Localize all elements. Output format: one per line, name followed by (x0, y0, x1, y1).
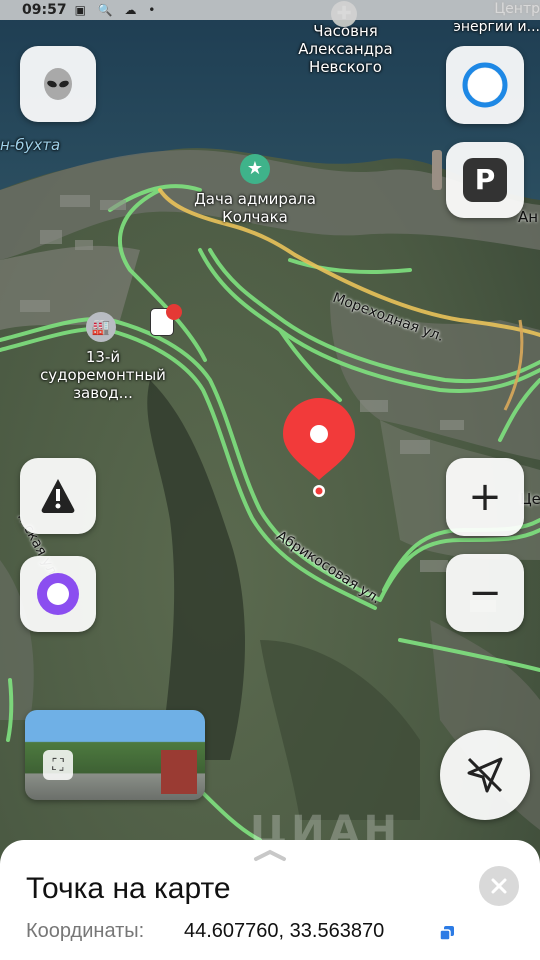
coordinates-label: Координаты: (26, 920, 145, 942)
road-alert-button[interactable] (20, 458, 96, 534)
panorama-preview[interactable]: ⛶ (25, 710, 205, 800)
status-icons: ▣ 🔍 ☁ • (74, 3, 160, 17)
my-location-button[interactable] (440, 730, 530, 820)
status-time: 09:57 (22, 2, 67, 18)
location-off-icon (467, 757, 503, 793)
panorama-house (161, 750, 197, 794)
zoom-in-icon: + (468, 474, 502, 520)
close-icon (491, 878, 507, 894)
parking-label: P (474, 163, 496, 196)
bottom-sheet[interactable]: Точка на карте Координаты: 44.607760, 33… (0, 840, 540, 960)
traffic-camera-icon[interactable] (166, 304, 182, 320)
zoom-out-icon: − (468, 570, 502, 616)
alice-assistant-button[interactable] (20, 556, 96, 632)
assistant-button[interactable] (446, 46, 524, 124)
zoom-in-button[interactable]: + (446, 458, 524, 536)
location-pin-icon[interactable] (280, 396, 358, 498)
close-button[interactable] (479, 866, 519, 906)
zoom-out-button[interactable]: − (446, 554, 524, 632)
coordinates-value[interactable]: 44.607760, 33.563870 (184, 920, 384, 943)
factory-label-text: 13-й судоремонтный завод... (40, 348, 166, 402)
factory-label[interactable]: 13-й судоремонтный завод... (28, 348, 178, 402)
parking-icon: P (463, 158, 507, 202)
panorama-icon: ⛶ (43, 750, 73, 780)
landmark-star-icon[interactable]: ★ (240, 154, 270, 184)
bay-label: н-бухта (0, 136, 60, 154)
right-edge-label-1-text: Ан (518, 208, 539, 226)
dacha-label[interactable]: Дача адмирала Колчака (180, 190, 330, 226)
copy-icon[interactable] (438, 924, 456, 942)
sheet-handle-chevron-icon[interactable] (252, 848, 288, 862)
sheet-title: Точка на карте (26, 872, 231, 905)
bay-label-text: н-бухта (0, 136, 61, 154)
chapel-label-text: Часовня Александра Невского (298, 22, 393, 76)
status-bar: 09:57 ▣ 🔍 ☁ • (0, 0, 540, 20)
chapel-label[interactable]: Часовня Александра Невского (288, 22, 403, 76)
warning-icon (41, 479, 75, 513)
right-edge-label-1: Ан (518, 208, 538, 226)
factory-icon[interactable]: 🏭 (86, 312, 116, 342)
assistant-ring-icon (462, 62, 508, 108)
dacha-label-text: Дача адмирала Колчака (194, 190, 316, 226)
parking-button[interactable]: P (446, 142, 524, 218)
alien-avatar-icon (44, 68, 72, 100)
alice-icon (37, 573, 79, 615)
profile-button[interactable] (20, 46, 96, 122)
